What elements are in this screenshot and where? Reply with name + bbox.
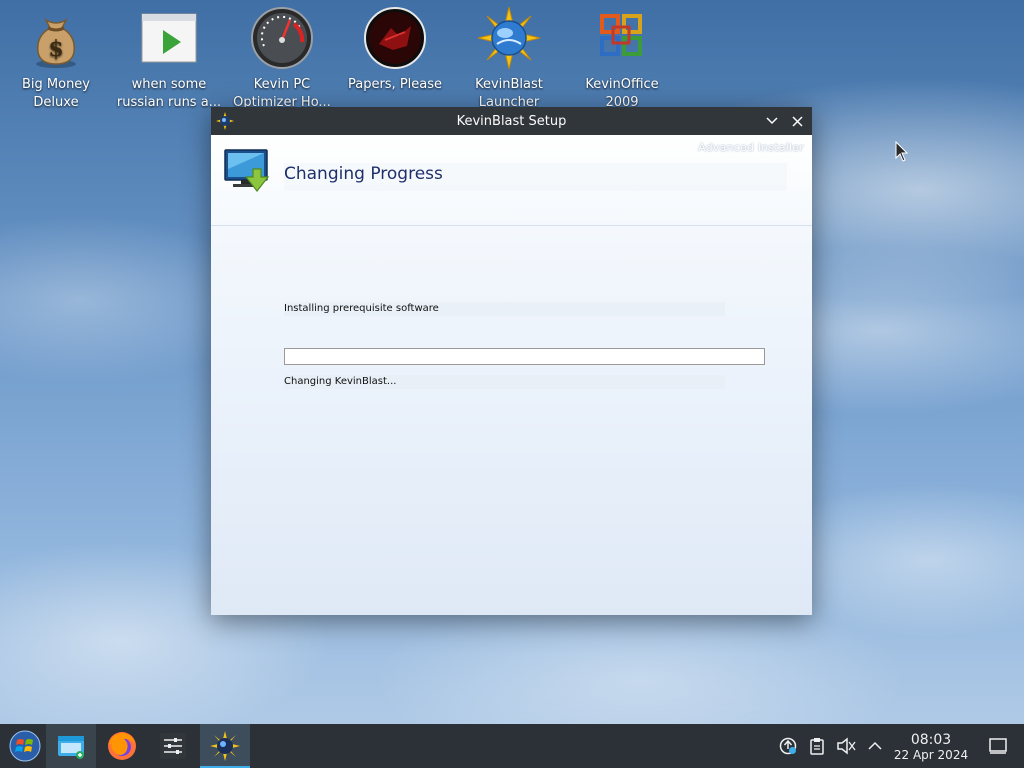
- taskbar-kevinblast-setup[interactable]: [200, 724, 250, 768]
- windows-logo-icon: [9, 730, 41, 762]
- chevron-down-icon: [766, 117, 778, 125]
- tray-updates[interactable]: [776, 734, 800, 758]
- tray-clipboard[interactable]: [805, 734, 829, 758]
- clock[interactable]: 08:03 22 Apr 2024: [888, 732, 974, 762]
- money-bag-icon: $: [36, 18, 76, 68]
- show-desktop-button[interactable]: [986, 734, 1010, 758]
- taskbar-file-manager[interactable]: [46, 724, 96, 768]
- installer-brand: Advanced Installer: [698, 141, 804, 154]
- close-button[interactable]: [788, 112, 806, 130]
- chevron-up-icon: [868, 741, 882, 750]
- taskbar: 08:03 22 Apr 2024: [0, 724, 1024, 768]
- show-desktop-icon: [989, 738, 1007, 754]
- kevinblast-sun-icon: [477, 6, 541, 70]
- clipboard-icon: [810, 738, 824, 755]
- desktop-icon-russian-video[interactable]: when some russian runs a...: [115, 6, 223, 112]
- desktop-icon-label: Big Money Deluxe: [21, 77, 90, 110]
- desktop-icon-kevin-pc-optimizer[interactable]: Kevin PC Optimizer Ho...: [228, 6, 336, 112]
- kevinblast-app-icon: [210, 731, 240, 761]
- desktop-icon-label: when some russian runs a...: [116, 77, 222, 110]
- taskbar-system-settings[interactable]: [148, 724, 198, 768]
- window-titlebar[interactable]: KevinBlast Setup: [211, 107, 812, 135]
- clock-date: 22 Apr 2024: [893, 748, 969, 762]
- speedometer-icon: [251, 7, 313, 69]
- tray-volume[interactable]: [834, 734, 858, 758]
- svg-text:$: $: [48, 36, 63, 62]
- settings-sliders-icon: [160, 733, 186, 759]
- tray-expand[interactable]: [863, 734, 887, 758]
- taskbar-firefox[interactable]: [97, 724, 147, 768]
- desktop-icon-kevinblast-launcher[interactable]: KevinBlast Launcher: [455, 6, 563, 112]
- status-text: Installing prerequisite software: [284, 302, 725, 316]
- minimize-button[interactable]: [763, 112, 781, 130]
- updates-icon: [779, 737, 797, 755]
- start-menu-button[interactable]: [0, 724, 50, 768]
- monitor-download-icon: [224, 149, 270, 192]
- clock-time: 08:03: [910, 732, 952, 748]
- papers-please-icon: [364, 7, 426, 69]
- desktop-icon-label: Papers, Please: [347, 77, 443, 92]
- desktop-icon-papers-please[interactable]: Papers, Please: [341, 6, 449, 94]
- progress-bar: [284, 348, 765, 365]
- detail-text: Changing KevinBlast...: [284, 375, 725, 389]
- office-logo-icon: [600, 14, 642, 56]
- volume-muted-icon: [837, 737, 856, 755]
- kevinblast-app-icon: [216, 112, 234, 130]
- page-heading: Changing Progress: [284, 164, 443, 184]
- setup-window: KevinBlast Setup Advanced Installer Chan…: [211, 107, 812, 615]
- video-player-icon: [141, 13, 197, 63]
- setup-header: Advanced Installer Changing Progress: [211, 135, 812, 226]
- setup-content: Installing prerequisite software Changin…: [211, 226, 812, 615]
- desktop-icon-kevinoffice-2009[interactable]: KevinOffice 2009: [568, 6, 676, 112]
- mouse-cursor-icon: [895, 141, 909, 162]
- desktop-icon-big-money-deluxe[interactable]: $ Big Money Deluxe: [2, 6, 110, 112]
- window-title: KevinBlast Setup: [456, 113, 567, 129]
- close-icon: [791, 115, 803, 127]
- folder-icon: [58, 736, 84, 759]
- firefox-icon: [108, 732, 136, 760]
